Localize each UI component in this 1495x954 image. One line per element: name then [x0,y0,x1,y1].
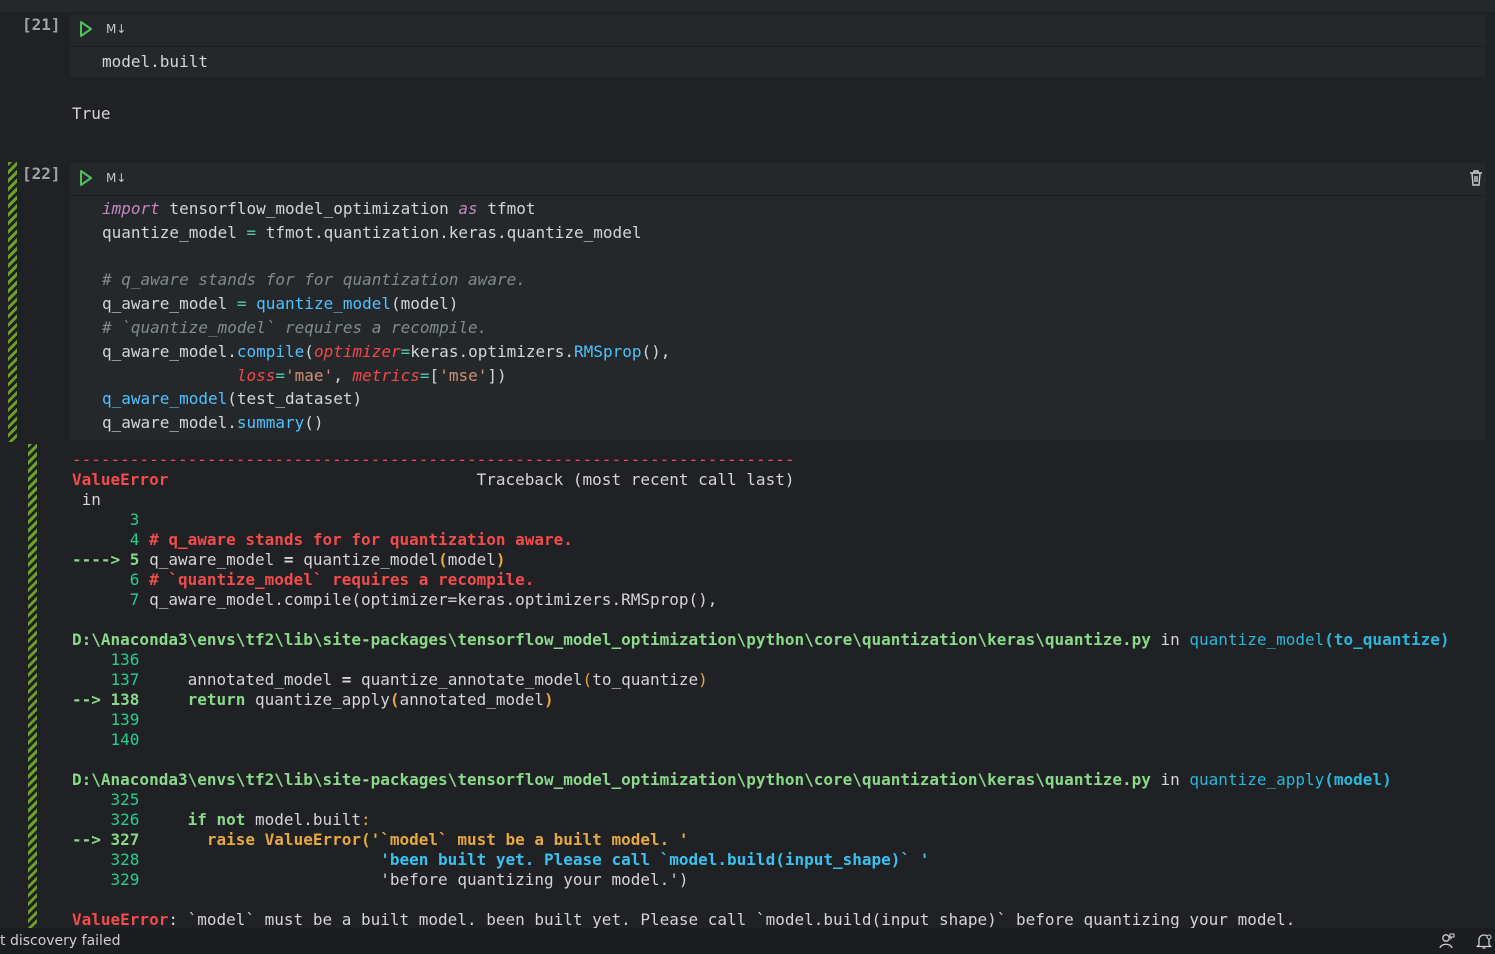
output-modified-indicator [28,444,37,928]
run-cell-icon[interactable] [78,20,94,38]
code-line: quantize_model = tfmot.quantization.kera… [102,223,642,242]
code-line: import tensorflow_model_optimization as … [102,199,536,218]
traceback-line-current: --> 138 return quantize_apply(annotated_… [72,690,554,709]
traceback-line-current: --> 327 raise ValueError('`model` must b… [72,830,689,849]
error-message: ValueError: `model` must be a built mode… [72,910,1296,929]
code-comment: # q_aware stands for for quantization aw… [102,270,526,289]
traceback-frame-header: D:\Anaconda3\envs\tf2\lib\site-packages\… [72,630,1450,649]
markdown-toggle[interactable]: M↓ [106,22,126,36]
delete-cell-icon[interactable] [1468,169,1484,187]
traceback-in: in [72,490,101,509]
run-cell-icon[interactable] [78,169,94,187]
file-path-link: D:\Anaconda3\envs\tf2\lib\site-packages\… [72,630,1151,649]
status-bar: t discovery failed [0,928,1495,954]
function-link: quantize_apply [1189,770,1325,789]
traceback-line: 7 q_aware_model.compile(optimizer=keras.… [72,590,718,609]
traceback-line: 140 [72,730,140,749]
file-path-link: D:\Anaconda3\envs\tf2\lib\site-packages\… [72,770,1151,789]
traceback-line: 325 [72,790,140,809]
cell-21-prompt: [21] [22,15,61,34]
cell-22-modified-indicator [8,162,17,442]
status-message[interactable]: t discovery failed [0,933,120,949]
traceback-line: 137 annotated_model = quantize_annotate_… [72,670,708,689]
traceback-frame-header: D:\Anaconda3\envs\tf2\lib\site-packages\… [72,770,1392,789]
traceback-line: 3 [72,510,140,529]
traceback-line: 326 if not model.built: [72,810,371,829]
feedback-icon[interactable] [1438,932,1456,950]
traceback-line: 328 'been built yet. Please call `model.… [72,850,930,869]
traceback-line: 4 # q_aware stands for for quantization … [72,530,573,549]
code-line: q_aware_model.compile(optimizer=keras.op… [102,342,671,361]
previous-cell-edge [0,0,1495,12]
cell-22-toolbar: M↓ [70,163,1486,196]
cell-21-output: True [72,104,111,123]
code-line: model.built [102,52,208,71]
notifications-icon[interactable] [1475,932,1493,950]
cell-21-editor[interactable]: model.built [70,47,1486,77]
traceback-header: ValueError Traceback (most recent call l… [72,470,795,489]
code-line: q_aware_model(test_dataset) [102,389,363,408]
cell-22-prompt: [22] [22,164,61,183]
markdown-toggle[interactable]: M↓ [106,171,126,185]
code-comment: # `quantize_model` requires a recompile. [102,318,488,337]
function-link: quantize_model [1189,630,1325,649]
traceback-separator: ----------------------------------------… [72,450,795,469]
code-line: q_aware_model.summary() [102,413,324,432]
traceback-line: 329 'before quantizing your model.') [72,870,689,889]
traceback-line: 139 [72,710,140,729]
cell-21-toolbar: M↓ [70,14,1486,47]
code-line: q_aware_model = quantize_model(model) [102,294,459,313]
cell-22-editor[interactable]: import tensorflow_model_optimization as … [70,196,1486,440]
code-line: loss='mae', metrics=['mse']) [236,366,507,385]
traceback-line-current: ----> 5 q_aware_model = quantize_model(m… [72,550,506,569]
traceback-line: 6 # `quantize_model` requires a recompil… [72,570,535,589]
traceback-line: 136 [72,650,140,669]
